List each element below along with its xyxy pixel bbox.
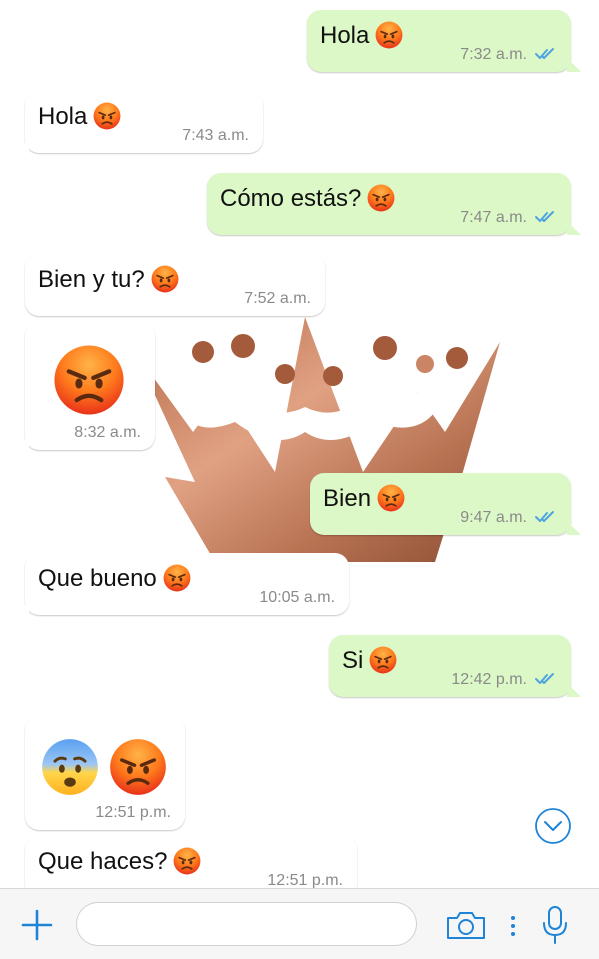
camera-icon[interactable] [445, 909, 487, 941]
message-bubble-incoming[interactable]: Bien y tu? 7:52 a.m. [25, 254, 325, 316]
message-time: 12:51 p.m. [95, 804, 171, 821]
message-time: 8:32 a.m. [74, 424, 141, 441]
composer-bar [0, 888, 599, 959]
message-bubble-outgoing[interactable]: Cómo estás? 7:47 a.m. [207, 173, 581, 235]
message-time: 9:47 a.m. [460, 509, 527, 526]
scroll-to-bottom-button[interactable] [510, 795, 598, 857]
angry-face-icon [367, 183, 396, 212]
message-bubble-incoming[interactable]: Que bueno 10:05 a.m. [15, 553, 349, 615]
message-bubble-outgoing[interactable]: Hola 7:32 a.m. [307, 10, 581, 72]
message-time: 7:32 a.m. [460, 46, 527, 63]
angry-face-icon [109, 738, 167, 796]
message-bubble-incoming[interactable]: 8:32 a.m. [15, 322, 155, 450]
message-time: 7:43 a.m. [182, 127, 249, 144]
angry-face-icon [162, 563, 191, 592]
message-text: Que bueno [38, 563, 191, 594]
message-text: Si [342, 645, 398, 676]
plus-icon[interactable] [20, 908, 54, 942]
angry-face-icon [377, 483, 406, 512]
double-check-icon [535, 210, 554, 222]
message-meta: 9:47 a.m. [460, 509, 557, 527]
chevron-down-circle-icon [535, 808, 571, 844]
message-text: Que haces? [38, 846, 202, 877]
message-bubble-incoming[interactable]: Hola 7:43 a.m. [15, 91, 263, 153]
message-time: 7:47 a.m. [460, 209, 527, 226]
message-text: Hola [38, 101, 122, 132]
vertical-dots-icon[interactable] [510, 915, 516, 937]
message-time: 12:42 p.m. [451, 671, 527, 688]
double-check-icon [535, 672, 554, 684]
message-meta: 7:32 a.m. [460, 46, 557, 64]
message-meta: 7:47 a.m. [460, 209, 557, 227]
message-meta: 12:51 p.m. [267, 872, 343, 888]
message-bubble-incoming[interactable]: Que haces? 12:51 p.m. [15, 836, 357, 888]
message-time: 10:05 a.m. [259, 589, 335, 606]
angry-face-icon [369, 645, 398, 674]
message-time: 7:52 a.m. [244, 290, 311, 307]
double-check-icon [535, 47, 554, 59]
message-text: Bien y tu? [38, 264, 179, 295]
message-time: 12:51 p.m. [267, 872, 343, 888]
anxious-face-icon [41, 738, 99, 796]
message-meta: 12:51 p.m. [95, 804, 171, 822]
chat-area: Hola 7:32 a.m. Hola 7:43 a.m. Cómo estás… [0, 0, 599, 888]
message-bubble-incoming[interactable]: 12:51 p.m. [25, 716, 185, 830]
message-text: Bien [323, 483, 406, 514]
message-text: Cómo estás? [220, 183, 396, 214]
message-meta: 7:43 a.m. [182, 127, 249, 145]
angry-face-icon [93, 101, 122, 130]
angry-face-icon [53, 344, 125, 416]
message-meta: 10:05 a.m. [259, 589, 335, 607]
message-bubble-outgoing[interactable]: Si 12:42 p.m. [329, 635, 581, 697]
angry-face-icon [150, 264, 179, 293]
message-text: Hola [320, 20, 404, 51]
message-bubble-outgoing[interactable]: Bien 9:47 a.m. [310, 473, 581, 535]
message-input[interactable] [76, 902, 417, 946]
double-check-icon [535, 510, 554, 522]
microphone-icon[interactable] [540, 905, 570, 945]
message-meta: 7:52 a.m. [244, 290, 311, 308]
message-meta: 8:32 a.m. [74, 424, 141, 442]
message-meta: 12:42 p.m. [451, 671, 557, 689]
angry-face-icon [375, 20, 404, 49]
angry-face-icon [173, 846, 202, 875]
